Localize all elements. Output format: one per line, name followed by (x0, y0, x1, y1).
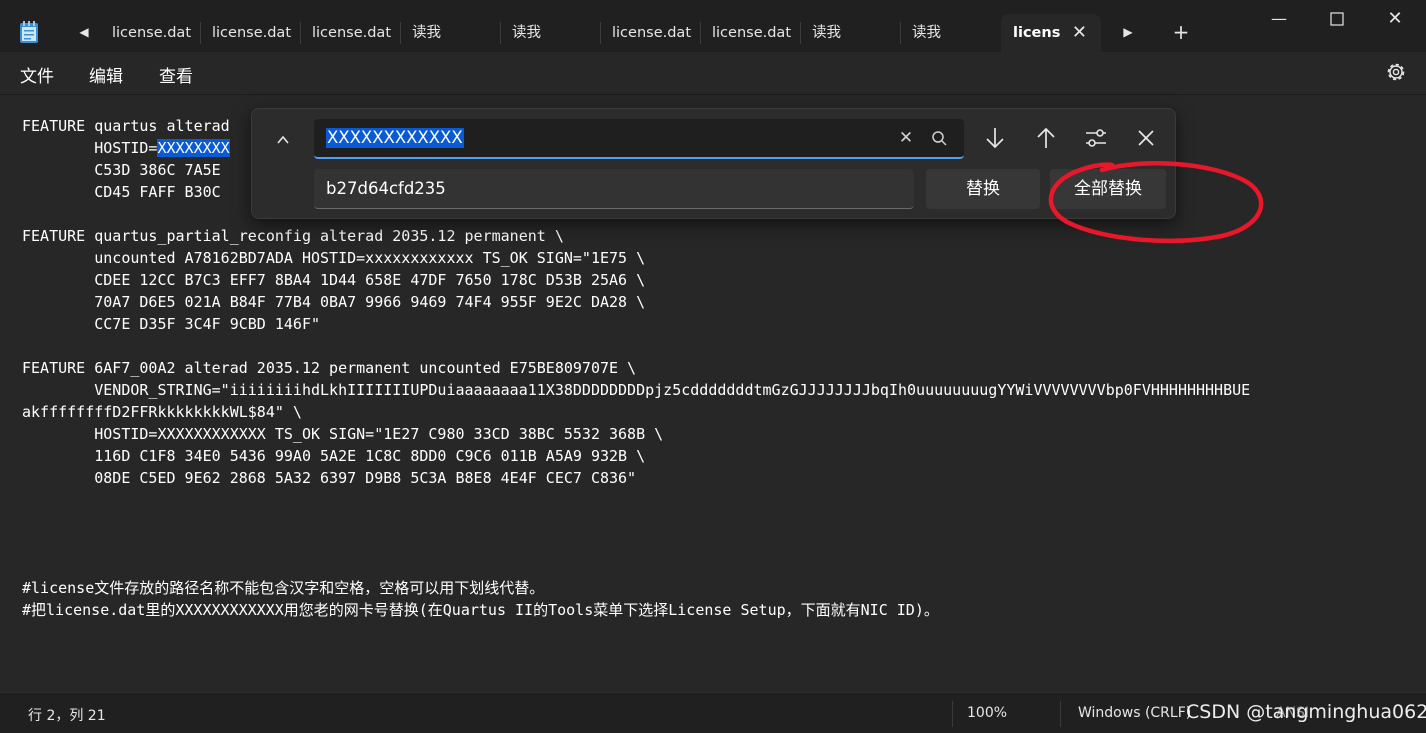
tab-item[interactable]: 读我 (400, 14, 500, 52)
tab-label: 读我 (412, 25, 441, 41)
clear-find-icon[interactable]: ✕ (896, 127, 916, 149)
menu-bar: 文件 编辑 查看 (0, 52, 1426, 94)
find-replace-panel: XXXXXXXXXXXX ✕ b27d64cfd235 替换 全部替换 (251, 108, 1176, 219)
collapse-replace-icon[interactable] (270, 127, 296, 153)
tab-label: 读我 (512, 25, 541, 41)
code-line: C53D 386C 7A5E (22, 161, 221, 179)
close-tab-icon[interactable]: ✕ (1072, 14, 1087, 52)
replace-all-button[interactable]: 全部替换 (1050, 169, 1166, 209)
tab-item[interactable]: license.dat (700, 14, 800, 52)
close-find-icon[interactable] (1131, 123, 1161, 153)
zoom-level: 100% (967, 705, 1008, 721)
notepad-app-icon (20, 21, 38, 43)
comment-line: #把license.dat里的XXXXXXXXXXXX用您老的网卡号替换(在Qu… (22, 601, 939, 619)
tab-label: license.dat (112, 25, 191, 41)
code-block: FEATURE quartus_partial_reconfig alterad… (22, 227, 1251, 487)
tab-item[interactable]: license.dat (200, 14, 300, 52)
menu-file[interactable]: 文件 (20, 62, 54, 87)
status-divider (952, 701, 953, 727)
arrow-up-icon[interactable] (1031, 123, 1061, 153)
replace-button[interactable]: 替换 (926, 169, 1040, 209)
line-ending: Windows (CRLF) (1078, 705, 1192, 721)
tab-label: 读我 (812, 25, 841, 41)
status-bar: 行 2，列 21 100% Windows (CRLF) ANSI CSDN @… (0, 692, 1426, 733)
tab-item[interactable]: 读我 (800, 14, 900, 52)
minimize-icon[interactable]: — (1250, 0, 1308, 40)
comment-line: #license文件存放的路径名称不能包含汉字和空格，空格可以用下划线代替。 (22, 579, 545, 597)
tab-item[interactable]: license.dat (100, 14, 200, 52)
new-tab-icon[interactable]: + (1171, 22, 1191, 42)
menu-edit[interactable]: 编辑 (89, 62, 123, 87)
arrow-down-icon[interactable] (980, 123, 1010, 153)
maximize-icon[interactable] (1308, 0, 1366, 40)
tab-item[interactable]: 读我 (500, 14, 600, 52)
tab-label: license.dat (312, 25, 391, 41)
search-icon[interactable] (930, 129, 950, 149)
find-input[interactable]: XXXXXXXXXXXX ✕ (314, 119, 964, 159)
find-input-value: XXXXXXXXXXXX (326, 128, 464, 148)
code-line-indent: HOSTID= (22, 139, 158, 157)
status-divider (1060, 701, 1061, 727)
replace-input-value: b27d64cfd235 (326, 179, 446, 198)
tab-scroll-left-icon[interactable]: ◀ (74, 22, 94, 42)
replace-input[interactable]: b27d64cfd235 (314, 169, 914, 209)
tab-label: license.dat (612, 25, 691, 41)
gear-icon[interactable] (1384, 60, 1408, 84)
menu-view[interactable]: 查看 (159, 62, 193, 87)
selected-text: XXXXXXXX (157, 139, 230, 157)
watermark-text: CSDN @tangminghua0626 (1186, 701, 1426, 723)
title-bar: ◀ license.dat license.dat license.dat 读我… (0, 0, 1426, 52)
tab-label: license.dat (712, 25, 791, 41)
tab-item-active[interactable]: licens ✕ (1001, 14, 1101, 52)
tab-label: licens (1013, 25, 1061, 41)
tab-label: 读我 (912, 25, 941, 41)
close-window-icon[interactable]: ✕ (1366, 0, 1424, 40)
code-line: FEATURE quartus alterad (22, 117, 230, 135)
tab-item[interactable]: license.dat (600, 14, 700, 52)
tab-item[interactable]: 读我 (900, 14, 1000, 52)
code-line: CD45 FAFF B30C (22, 183, 221, 201)
cursor-position: 行 2，列 21 (28, 708, 106, 724)
tab-scroll-right-icon[interactable]: ▶ (1118, 22, 1138, 42)
tab-item[interactable]: license.dat (300, 14, 400, 52)
options-sliders-icon[interactable] (1081, 123, 1111, 153)
tab-label: license.dat (212, 25, 291, 41)
